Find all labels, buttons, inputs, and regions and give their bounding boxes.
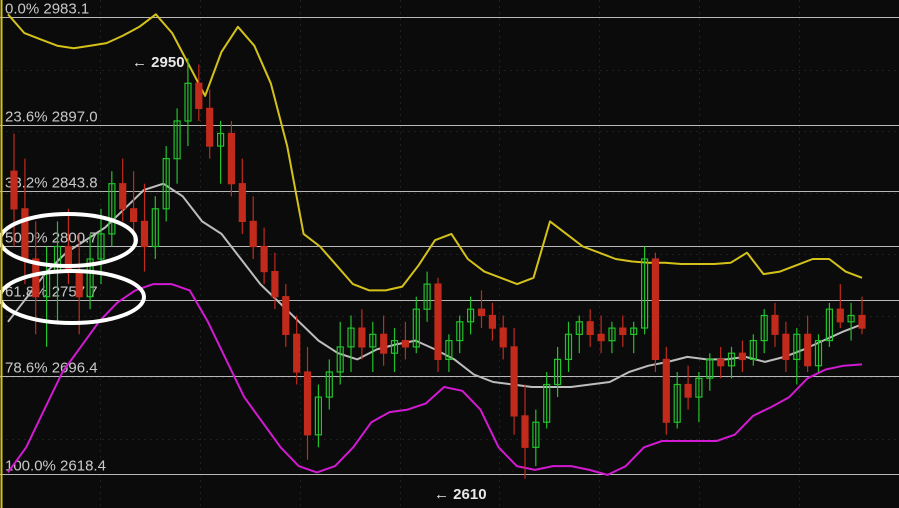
fib-label: 50.0% 2800.7	[5, 230, 98, 247]
price-chart: 0.0% 2983.1 23.6% 2897.0 38.2% 2843.8 50.0%…	[0, 0, 899, 508]
candle-body	[271, 271, 279, 298]
fib-label: 78.6% 2696.4	[5, 360, 98, 377]
candle-body	[771, 314, 779, 335]
candle-body	[238, 183, 246, 222]
candle-body	[662, 358, 670, 423]
candle-body	[303, 371, 312, 436]
candle-body	[130, 208, 138, 223]
annotation-high: ← 2950	[132, 54, 185, 71]
fib-label: 0.0% 2983.1	[5, 1, 89, 18]
candle-body	[521, 415, 529, 448]
candle-body	[434, 283, 442, 361]
candle-body	[488, 314, 496, 329]
candle-body	[619, 327, 627, 336]
candle-body	[380, 333, 388, 354]
candle-body	[499, 327, 507, 348]
candle-body	[717, 358, 725, 367]
candle-body	[586, 321, 594, 335]
candle-body	[195, 82, 203, 110]
candle-body	[510, 346, 518, 417]
candle-body	[597, 333, 605, 342]
candle-body	[858, 314, 866, 329]
candle-body	[21, 208, 29, 260]
candle-body	[401, 340, 409, 348]
candle-body	[358, 327, 366, 348]
candle-body	[249, 220, 257, 248]
fib-label: 61.8% 2757.7	[5, 284, 98, 301]
candle-body	[684, 383, 692, 398]
candle-body	[651, 258, 660, 361]
candle-body	[282, 296, 290, 336]
candle-body	[477, 308, 486, 317]
candle-body	[75, 271, 83, 298]
annotation-low: ← 2610	[434, 486, 487, 503]
chart-background	[0, 0, 899, 508]
candle-body	[260, 245, 268, 273]
candle-body	[293, 333, 301, 373]
candle-body	[836, 308, 844, 323]
candle-body	[140, 220, 149, 248]
fib-label: 38.2% 2843.8	[5, 175, 98, 192]
candle-body	[206, 107, 214, 147]
candle-body	[10, 170, 18, 210]
candle-body	[119, 183, 127, 210]
candle-body	[738, 352, 747, 361]
candle-body	[782, 333, 790, 360]
candle-body	[227, 132, 235, 185]
candle-body	[804, 333, 812, 367]
fib-label: 23.6% 2897.0	[5, 109, 98, 126]
fib-label: 100.0% 2618.4	[5, 458, 106, 475]
